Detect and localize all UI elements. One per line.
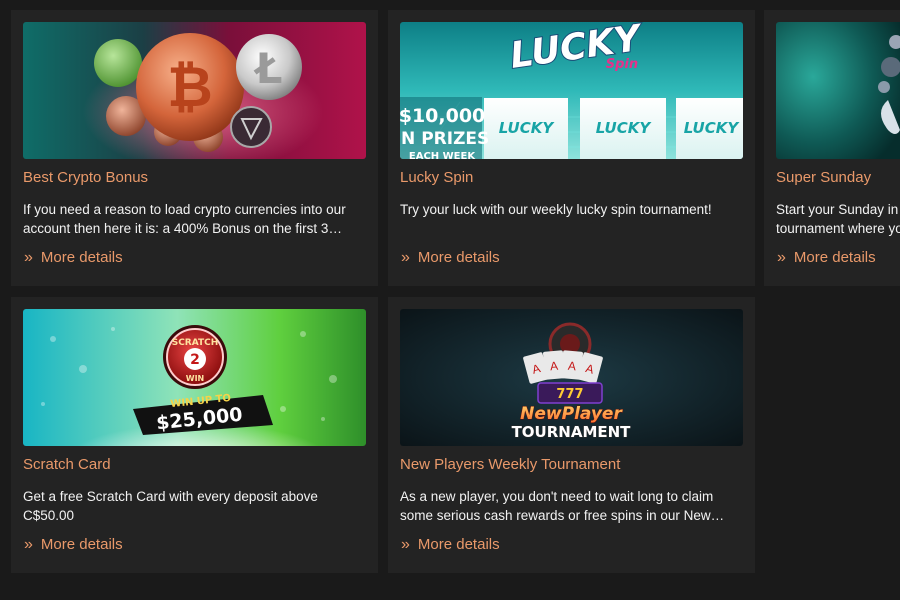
scratch-card-image: SCRATCH 2 WIN WIN UP TO $25,000 <box>23 309 366 446</box>
spin-logo: Spin <box>606 57 638 72</box>
svg-text:A: A <box>567 359 576 374</box>
reel-text: LUCKY <box>596 119 653 137</box>
prize-label: IN PRIZES <box>400 129 489 149</box>
promo-card-scratch-card: SCRATCH 2 WIN WIN UP TO $25,000 Scratch … <box>11 297 378 573</box>
promotions-page: ₿ Ł Best Crypto Bonus If you need a reas… <box>0 0 900 600</box>
more-details-link[interactable]: » More details <box>24 249 123 267</box>
promo-card-new-players-tournament: A A A A 777 NewPlayer TOURNAMENT New Pla… <box>388 297 755 573</box>
super-sunday-image <box>776 22 900 159</box>
more-details-link[interactable]: » More details <box>777 249 876 267</box>
promo-description: Try your luck with our weekly lucky spin… <box>400 202 712 217</box>
new-player-tournament-image: A A A A 777 NewPlayer TOURNAMENT <box>400 309 743 446</box>
promo-card-super-sunday: Super Sunday Start your Sunday in s tour… <box>764 10 900 286</box>
promo-description: As a new player, you don't need to wait … <box>400 489 725 523</box>
more-details-link[interactable]: » More details <box>401 536 500 554</box>
crypto-coins-image: ₿ Ł <box>23 22 366 159</box>
tournament-logo: TOURNAMENT <box>512 423 632 441</box>
promo-title[interactable]: New Players Weekly Tournament <box>400 456 620 473</box>
double-chevron-right-icon: » <box>24 536 33 553</box>
promo-description: If you need a reason to load crypto curr… <box>23 202 346 236</box>
promo-title[interactable]: Best Crypto Bonus <box>23 169 148 186</box>
svg-text:Ł: Ł <box>254 44 283 93</box>
double-chevron-right-icon: » <box>401 249 410 266</box>
promo-description: Get a free Scratch Card with every depos… <box>23 489 318 523</box>
badge-top-text: SCRATCH <box>172 338 219 348</box>
more-details-label: More details <box>40 536 123 553</box>
more-details-label: More details <box>417 249 500 266</box>
promo-title[interactable]: Scratch Card <box>23 456 111 473</box>
svg-text:777: 777 <box>556 387 583 402</box>
promo-description: Start your Sunday in s tournament where … <box>776 202 900 236</box>
reel-text: LUCKY <box>684 119 741 137</box>
more-details-link[interactable]: » More details <box>24 536 123 554</box>
double-chevron-right-icon: » <box>24 249 33 266</box>
more-details-label: More details <box>793 249 876 266</box>
promo-banner-new-player[interactable]: A A A A 777 NewPlayer TOURNAMENT <box>400 309 743 446</box>
badge-number: 2 <box>190 352 200 368</box>
more-details-link[interactable]: » More details <box>401 249 500 267</box>
promo-banner-super-sunday[interactable] <box>776 22 900 159</box>
more-details-label: More details <box>40 249 123 266</box>
promo-title[interactable]: Lucky Spin <box>400 169 473 186</box>
badge-bottom-text: WIN <box>186 374 205 383</box>
prize-amount: $10,000 <box>400 105 485 127</box>
svg-text:A: A <box>549 359 558 374</box>
promo-title[interactable]: Super Sunday <box>776 169 871 186</box>
reel-text: LUCKY <box>499 119 556 137</box>
prize-frequency: EACH WEEK <box>409 151 476 159</box>
promo-banner-lucky-spin[interactable]: LUCKY LUCKY LUCKY $10,000 IN PRIZES EACH… <box>400 22 743 159</box>
lucky-spin-image: LUCKY LUCKY LUCKY $10,000 IN PRIZES EACH… <box>400 22 743 159</box>
svg-text:₿: ₿ <box>167 55 213 120</box>
new-player-logo: NewPlayer <box>520 404 623 424</box>
promo-card-lucky-spin: LUCKY LUCKY LUCKY $10,000 IN PRIZES EACH… <box>388 10 755 286</box>
more-details-label: More details <box>417 536 500 553</box>
double-chevron-right-icon: » <box>401 536 410 553</box>
promo-banner-scratch-card[interactable]: SCRATCH 2 WIN WIN UP TO $25,000 <box>23 309 366 446</box>
promo-card-crypto-bonus: ₿ Ł Best Crypto Bonus If you need a reas… <box>11 10 378 286</box>
promo-banner-crypto[interactable]: ₿ Ł <box>23 22 366 159</box>
double-chevron-right-icon: » <box>777 249 786 266</box>
